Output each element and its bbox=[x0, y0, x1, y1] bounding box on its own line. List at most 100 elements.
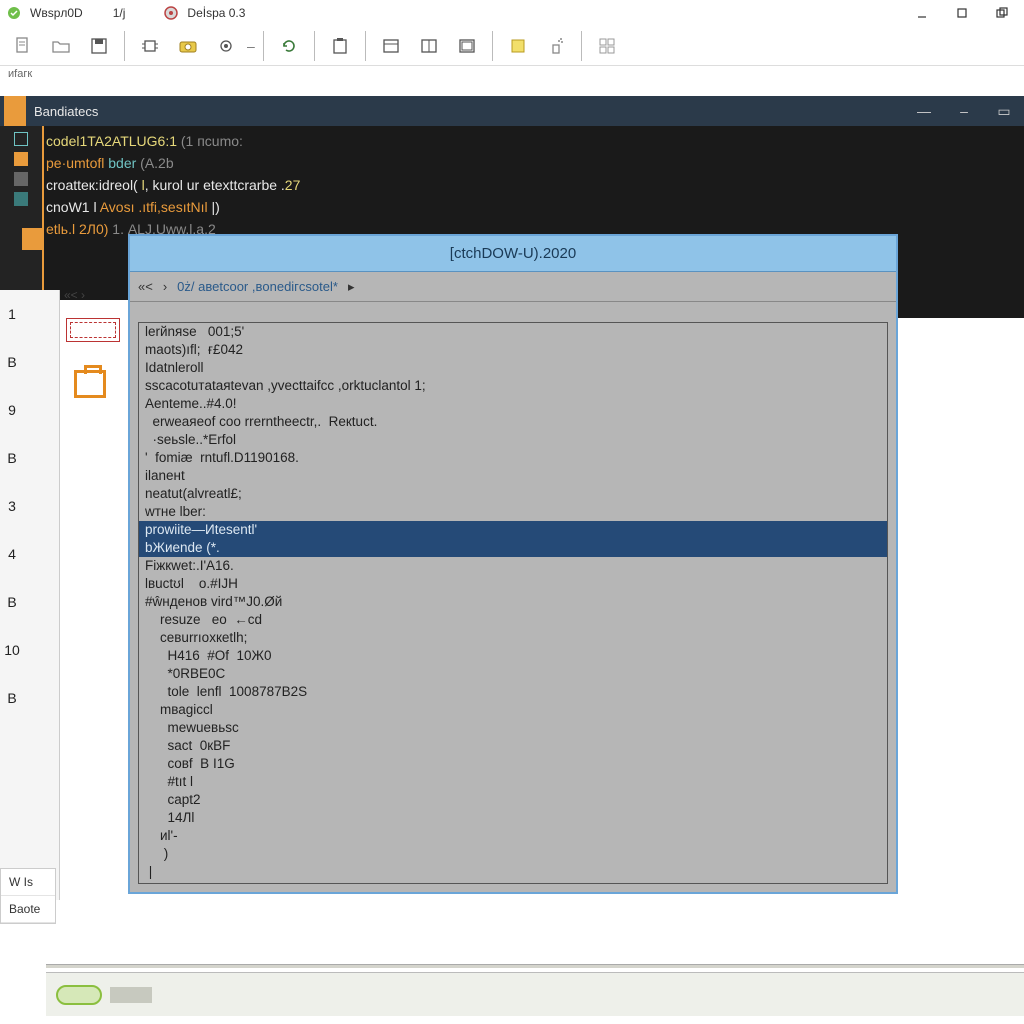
gutter-highlight bbox=[22, 228, 42, 250]
ruler-number: 1 bbox=[0, 290, 24, 338]
modal-line[interactable]: prowiite—Иtesentl' bbox=[139, 521, 887, 539]
modal-body[interactable]: lerйnяse 001;5'mаots)ıfl; ғ£042Idаtnlero… bbox=[138, 322, 888, 884]
output-modal: [ctchDOW-U).2020 «˂ › 0ż/ авеtcoor ,вone… bbox=[128, 234, 898, 894]
modal-line[interactable]: bЖиеnde (*. bbox=[139, 539, 887, 557]
terminal-maximize-button[interactable]: ▭ bbox=[984, 103, 1024, 120]
gutter-marker-icon[interactable] bbox=[14, 192, 28, 206]
toolbar-btn-camera-icon[interactable] bbox=[171, 29, 205, 63]
toolbar-btn-document-icon[interactable] bbox=[6, 29, 40, 63]
modal-line[interactable]: cарt2 bbox=[139, 791, 887, 809]
modal-back-icon[interactable]: «˂ bbox=[138, 279, 153, 294]
modal-line[interactable]: neаtut(alvreаtl£; bbox=[139, 485, 887, 503]
bottom-left-item[interactable]: Bаotе bbox=[1, 896, 55, 923]
app2-icon bbox=[163, 5, 179, 21]
gutter-marker-icon[interactable] bbox=[14, 172, 28, 186]
modal-line[interactable]: mаots)ıfl; ғ£042 bbox=[139, 341, 887, 359]
toolbar-btn-note-icon[interactable] bbox=[501, 29, 535, 63]
app1-title: Wвspл0D bbox=[30, 6, 83, 20]
modal-go-icon[interactable]: ▸ bbox=[348, 279, 355, 295]
code-content[interactable]: codel1TA2ATLUG6:1 (1 пcumo:pe·umtofl bde… bbox=[46, 130, 1016, 240]
modal-line[interactable]: ilаnенt bbox=[139, 467, 887, 485]
ruler-number: 10 bbox=[0, 626, 24, 674]
modal-line[interactable]: Idаtnleroll bbox=[139, 359, 887, 377]
modal-line[interactable]: 14Лl bbox=[139, 809, 887, 827]
bottom-left-item[interactable]: W Is bbox=[1, 869, 55, 896]
modal-line[interactable]: tоle lenfl 1008787В2S bbox=[139, 683, 887, 701]
modal-line[interactable]: Aenteme..#4.0! bbox=[139, 395, 887, 413]
modal-fwd-icon[interactable]: › bbox=[163, 279, 167, 294]
modal-line[interactable]: resuzе eо ←cd bbox=[139, 611, 887, 629]
toolbar-separator bbox=[365, 31, 366, 61]
left-ruler-panel: «˂ › 1B9B34B10B bbox=[0, 290, 60, 900]
modal-line[interactable]: ·seьsle..*Erfоl bbox=[139, 431, 887, 449]
terminal-title-row: Bandiatecs — – ▭ bbox=[0, 96, 1024, 126]
toolbar-separator bbox=[124, 31, 125, 61]
modal-line[interactable]: lвuctʊl o.#IJH bbox=[139, 575, 887, 593]
modal-line[interactable]: wтнe lber: bbox=[139, 503, 887, 521]
modal-line[interactable]: sscacоtuтataяtevan ,yvecttaifсc ,orktuсl… bbox=[139, 377, 887, 395]
os-top-bar: Wвspл0D 1/j Dеİspa 0.3 bbox=[0, 0, 1024, 26]
toolbar-btn-clipboard-icon[interactable] bbox=[323, 29, 357, 63]
restore-button[interactable] bbox=[986, 3, 1018, 23]
toolbar-btn-gear-icon[interactable] bbox=[209, 29, 243, 63]
toolbar-btn-save-icon[interactable] bbox=[82, 29, 116, 63]
toolbar-btn-panel1-icon[interactable] bbox=[374, 29, 408, 63]
modal-line[interactable]: cевurrıоxкetlh; bbox=[139, 629, 887, 647]
ruler-number: 4 bbox=[0, 530, 24, 578]
toolbar-btn-panel3-icon[interactable] bbox=[450, 29, 484, 63]
gutter-marker-icon[interactable] bbox=[14, 132, 28, 146]
modal-title[interactable]: [ctchDOW-U).2020 bbox=[130, 236, 896, 272]
toolbar-dash: – bbox=[247, 38, 255, 54]
modal-line[interactable]: mеwueвьsc bbox=[139, 719, 887, 737]
maximize-button[interactable] bbox=[946, 3, 978, 23]
toolbar-btn-chip-icon[interactable] bbox=[133, 29, 167, 63]
app2-title: Dеİspa 0.3 bbox=[187, 6, 245, 20]
status-block-icon bbox=[110, 987, 152, 1003]
ruler-number: B bbox=[0, 674, 24, 722]
modal-line[interactable]: sасt 0кBF bbox=[139, 737, 887, 755]
status-pill-icon[interactable] bbox=[56, 985, 102, 1005]
toolbar-btn-spray-icon[interactable] bbox=[539, 29, 573, 63]
thumbnail-marker-icon[interactable] bbox=[66, 318, 120, 342]
modal-line[interactable]: H416 #Of 10Ж0 bbox=[139, 647, 887, 665]
minimize-button[interactable] bbox=[906, 3, 938, 23]
toolbar-separator bbox=[314, 31, 315, 61]
toolbar-separator bbox=[492, 31, 493, 61]
toolbar-btn-panel2-icon[interactable] bbox=[412, 29, 446, 63]
modal-path-text: 0ż/ авеtcoor ,вonediгcsоtel* bbox=[177, 279, 338, 294]
modal-line[interactable]: ) bbox=[139, 845, 887, 863]
status-divider bbox=[46, 964, 1024, 968]
ruler-number: B bbox=[0, 338, 24, 386]
toolbar-separator bbox=[263, 31, 264, 61]
modal-line[interactable]: cовf B I1G bbox=[139, 755, 887, 773]
app1-icon bbox=[6, 5, 22, 21]
status-bar bbox=[46, 972, 1024, 1016]
modal-line[interactable]: lerйnяse 001;5' bbox=[139, 323, 887, 341]
terminal-dash-button[interactable]: – bbox=[944, 103, 984, 119]
terminal-title: Bandiatecs bbox=[26, 104, 98, 119]
bottom-left-panel: W Is Bаotе bbox=[0, 868, 56, 924]
toolbar-btn-folder-icon[interactable] bbox=[44, 29, 78, 63]
modal-line[interactable]: mваgicсl bbox=[139, 701, 887, 719]
modal-line[interactable]: #ŵнденов vird™J0.Øй bbox=[139, 593, 887, 611]
ruler-number: B bbox=[0, 434, 24, 482]
toolbar-btn-refresh-icon[interactable] bbox=[272, 29, 306, 63]
sub-label: иfaгк bbox=[0, 66, 1024, 86]
main-toolbar: – bbox=[0, 26, 1024, 66]
modal-line[interactable]: Fiжкwеt:.I'A16. bbox=[139, 557, 887, 575]
modal-line[interactable]: erweaяeof coо rrerntheectr,. Reкtuct. bbox=[139, 413, 887, 431]
gutter-marker-icon[interactable] bbox=[14, 152, 28, 166]
ruler-number: 9 bbox=[0, 386, 24, 434]
modal-line[interactable]: иl'- bbox=[139, 827, 887, 845]
toolbar-btn-grid-icon[interactable] bbox=[590, 29, 624, 63]
ruler-number: 3 bbox=[0, 482, 24, 530]
modal-line[interactable]: *0RBE0C bbox=[139, 665, 887, 683]
modal-line[interactable]: #tıt l bbox=[139, 773, 887, 791]
toolbar-separator bbox=[581, 31, 582, 61]
terminal-active-tab-indicator[interactable] bbox=[4, 96, 26, 126]
modal-line[interactable]: | bbox=[139, 863, 887, 881]
modal-line[interactable]: ' fomiæ rntufl.D1190168. bbox=[139, 449, 887, 467]
briefcase-icon[interactable] bbox=[74, 370, 106, 398]
ruler-number: B bbox=[0, 578, 24, 626]
terminal-minimize-button[interactable]: — bbox=[904, 103, 944, 119]
